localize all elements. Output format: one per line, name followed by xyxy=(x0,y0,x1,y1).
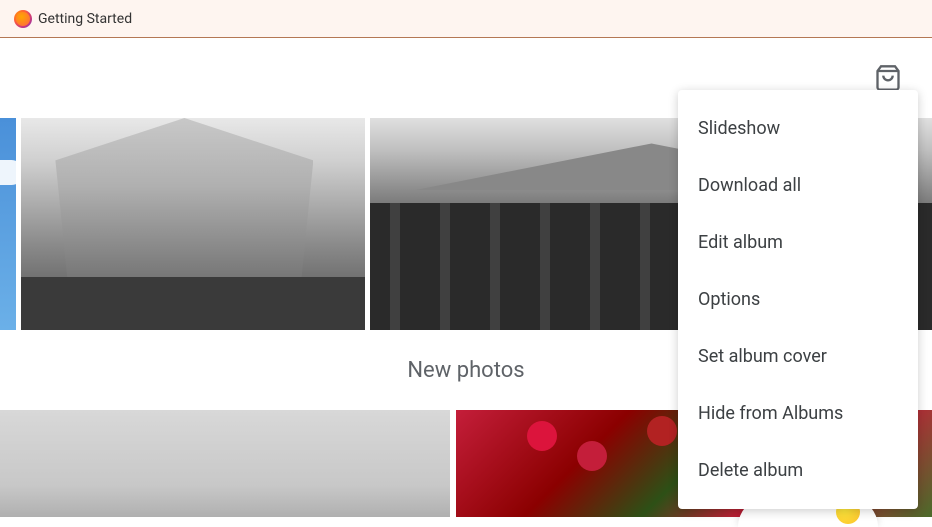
firefox-icon xyxy=(14,10,32,28)
bookmark-label: Getting Started xyxy=(38,11,132,27)
bookmark-bar: Getting Started xyxy=(0,0,932,38)
menu-item-hide-from-albums[interactable]: Hide from Albums xyxy=(678,385,918,442)
photo-thumbnail[interactable] xyxy=(0,118,16,330)
menu-item-options[interactable]: Options xyxy=(678,271,918,328)
menu-item-download-all[interactable]: Download all xyxy=(678,157,918,214)
section-title: New photos xyxy=(407,358,524,383)
content-area: New photos Slideshow Download all Edit a… xyxy=(0,38,932,517)
photo-thumbnail[interactable] xyxy=(21,118,365,330)
more-options-menu: Slideshow Download all Edit album Option… xyxy=(678,90,918,509)
shopping-bag-icon[interactable] xyxy=(874,64,902,92)
menu-item-delete-album[interactable]: Delete album xyxy=(678,442,918,499)
photo-thumbnail[interactable] xyxy=(0,410,450,517)
menu-item-set-album-cover[interactable]: Set album cover xyxy=(678,328,918,385)
menu-item-slideshow[interactable]: Slideshow xyxy=(678,100,918,157)
menu-item-edit-album[interactable]: Edit album xyxy=(678,214,918,271)
bookmark-getting-started[interactable]: Getting Started xyxy=(6,6,140,32)
